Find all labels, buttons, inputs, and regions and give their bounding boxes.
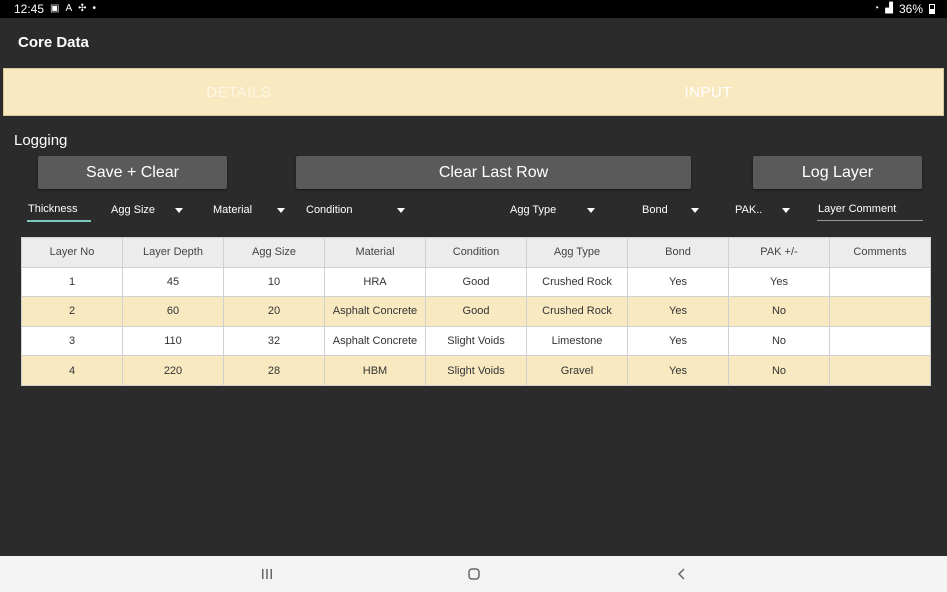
agg-type-label: Agg Type [510,204,557,216]
text-icon: A [65,3,73,14]
layers-table: Layer No Layer Depth Agg Size Material C… [21,237,931,386]
fan-icon: ✣ [78,3,87,14]
column-header: PAK +/- [728,237,830,268]
table-cell [829,325,931,357]
table-row[interactable]: 4 220 28 HBM Slight Voids Gravel Yes No [21,355,931,386]
chevron-down-icon [277,207,285,213]
table-cell: 45 [122,266,224,298]
condition-dropdown[interactable]: Condition [306,198,405,222]
bond-dropdown[interactable]: Bond [642,198,699,222]
thickness-input[interactable]: Thickness [27,198,91,222]
agg-type-dropdown[interactable]: Agg Type [510,198,595,222]
wifi-icon: ◔ [873,3,880,14]
table-cell: 3 [21,325,123,357]
table-cell: Limestone [526,325,628,357]
section-title: Logging [14,132,68,149]
app-bar: Core Data [0,18,947,66]
material-label: Material [213,204,253,216]
battery-icon [929,4,935,14]
table-cell: 60 [122,296,224,327]
home-icon[interactable] [464,565,484,583]
bond-label: Bond [642,204,668,216]
column-header: Agg Size [223,237,325,268]
table-cell: 20 [223,296,325,327]
table-cell: 220 [122,355,224,386]
column-header: Material [324,237,426,268]
table-row[interactable]: 3 110 32 Asphalt Concrete Slight Voids L… [21,325,931,357]
table-header-row: Layer No Layer Depth Agg Size Material C… [21,237,931,268]
table-cell: HRA [324,266,426,298]
table-cell [829,355,931,386]
table-cell: No [728,355,830,386]
table-cell: Yes [627,296,729,327]
table-cell: Asphalt Concrete [324,296,426,327]
material-dropdown[interactable]: Material [213,198,285,222]
chevron-down-icon [691,207,699,213]
table-cell [829,296,931,327]
table-cell: Slight Voids [425,325,527,357]
save-clear-button[interactable]: Save + Clear [38,156,227,189]
chevron-down-icon [397,207,405,213]
app-title: Core Data [18,33,89,51]
agg-size-dropdown[interactable]: Agg Size [111,198,183,222]
column-header: Condition [425,237,527,268]
table-cell: Yes [627,325,729,357]
status-bar: 12:45 ▣ A ✣ • ◔ ▟ 36% [0,0,947,18]
condition-label: Condition [306,204,353,216]
table-cell: Yes [728,266,830,298]
recents-icon[interactable] [257,565,277,583]
thickness-placeholder: Thickness [28,203,78,215]
clear-last-row-button[interactable]: Clear Last Row [296,156,691,189]
table-cell: Good [425,266,527,298]
column-header: Agg Type [526,237,628,268]
table-cell: 1 [21,266,123,298]
table-cell: Crushed Rock [526,296,628,327]
table-cell: Crushed Rock [526,266,628,298]
table-cell: 32 [223,325,325,357]
battery-percent: 36% [898,2,923,16]
tab-details[interactable]: DETAILS [4,69,474,115]
image-icon: ▣ [50,3,60,14]
table-row[interactable]: 2 60 20 Asphalt Concrete Good Crushed Ro… [21,296,931,327]
column-header: Layer No [21,237,123,268]
signal-icon: ▟ [885,3,893,14]
layer-comment-placeholder: Layer Comment [818,202,897,215]
table-cell: Asphalt Concrete [324,325,426,357]
pak-label: PAK.. [735,204,763,216]
dot-icon: • [92,3,97,14]
table-cell: 10 [223,266,325,298]
status-time: 12:45 [14,2,45,16]
column-header: Comments [829,237,931,268]
table-cell: Good [425,296,527,327]
table-cell [829,266,931,298]
table-row[interactable]: 1 45 10 HRA Good Crushed Rock Yes Yes [21,266,931,298]
chevron-down-icon [782,207,790,213]
table-cell: 2 [21,296,123,327]
table-cell: HBM [324,355,426,386]
table-cell: No [728,296,830,327]
chevron-down-icon [587,207,595,213]
chevron-down-icon [175,207,183,213]
tab-input[interactable]: INPUT [474,69,944,115]
tab-bar: DETAILS INPUT [3,68,944,116]
pak-dropdown[interactable]: PAK.. [735,198,790,222]
table-cell: Yes [627,266,729,298]
table-cell: Gravel [526,355,628,386]
back-icon[interactable] [672,565,692,583]
table-cell: Yes [627,355,729,386]
system-nav-bar [0,556,947,592]
table-cell: 4 [21,355,123,386]
table-cell: Slight Voids [425,355,527,386]
column-header: Layer Depth [122,237,224,268]
column-header: Bond [627,237,729,268]
agg-size-label: Agg Size [111,204,156,216]
table-cell: 110 [122,325,224,357]
table-cell: No [728,325,830,357]
layer-comment-input[interactable]: Layer Comment [817,197,923,221]
table-cell: 28 [223,355,325,386]
log-layer-button[interactable]: Log Layer [753,156,922,189]
